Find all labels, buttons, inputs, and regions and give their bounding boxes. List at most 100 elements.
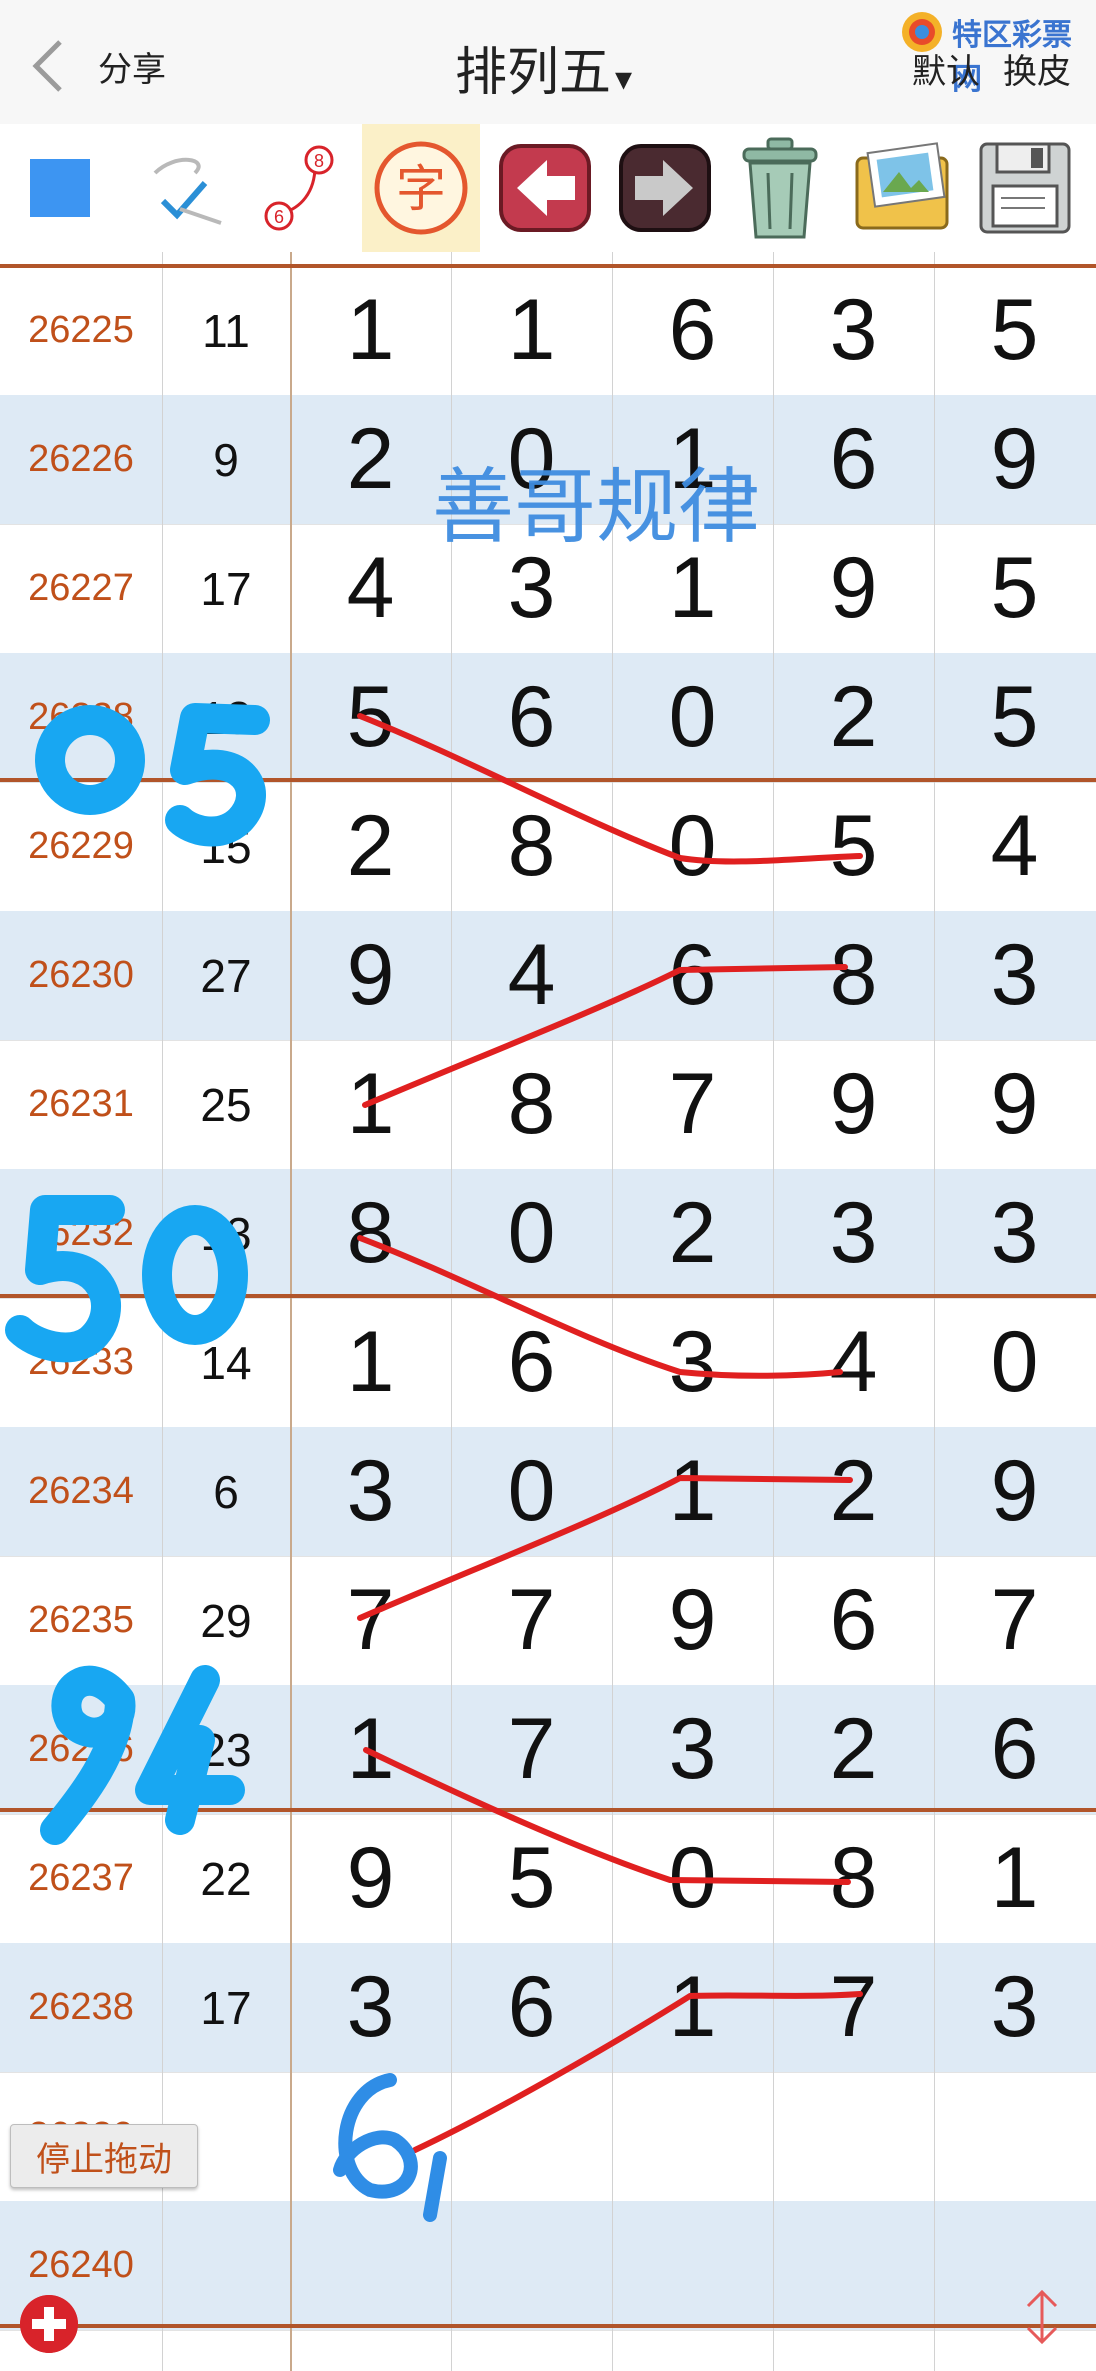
digit-cell[interactable] xyxy=(934,2072,1095,2201)
digit-cell[interactable]: 3 xyxy=(934,1169,1095,1298)
digit-cell[interactable] xyxy=(451,2201,612,2330)
digit-cell[interactable]: 2 xyxy=(773,1685,934,1814)
back-icon[interactable] xyxy=(30,38,66,94)
digit-cell[interactable] xyxy=(773,2201,934,2330)
color-picker-button[interactable] xyxy=(0,124,120,252)
digit-cell[interactable]: 3 xyxy=(934,911,1095,1040)
digit-cell[interactable]: 7 xyxy=(934,1556,1095,1685)
digit-cell[interactable]: 6 xyxy=(612,266,773,395)
digit-cell[interactable]: 3 xyxy=(290,1943,451,2072)
grid-line xyxy=(773,252,774,2371)
digit-cell[interactable] xyxy=(290,2201,451,2330)
digit-cell[interactable]: 4 xyxy=(451,911,612,1040)
digit-cell[interactable]: 6 xyxy=(451,1298,612,1427)
save-button[interactable] xyxy=(966,124,1084,252)
digit-cell[interactable]: 2 xyxy=(290,395,451,524)
digit-cell[interactable]: 8 xyxy=(451,1040,612,1169)
digit-cell[interactable]: 1 xyxy=(290,1040,451,1169)
skin-default-button[interactable]: 默认 xyxy=(912,44,980,93)
digit-sum: 13 xyxy=(200,1207,252,1260)
digit-cell[interactable] xyxy=(451,2072,612,2201)
digit-cell[interactable]: 0 xyxy=(451,1427,612,1556)
digit-cell[interactable]: 2 xyxy=(773,1427,934,1556)
char-mode-button[interactable]: 字 xyxy=(362,124,480,252)
digit-cell[interactable]: 8 xyxy=(773,1814,934,1943)
table-row: 26233 14 1 6 3 4 0 xyxy=(0,1298,1096,1428)
digit-cell[interactable]: 0 xyxy=(612,1814,773,1943)
app-header: 分享 排列五 ▾ 特区彩票网 默认 换皮 xyxy=(0,0,1096,125)
link-tool-button[interactable]: 6 8 xyxy=(250,124,350,252)
lottery-type-selector[interactable]: 排列五 ▾ xyxy=(455,30,632,105)
gallery-button[interactable] xyxy=(845,124,963,252)
digit-cell[interactable]: 2 xyxy=(773,653,934,782)
digit-cell[interactable]: 6 xyxy=(612,911,773,1040)
digit-cell[interactable]: 1 xyxy=(612,1943,773,2072)
digit-cell[interactable] xyxy=(290,2072,451,2201)
digit-cell[interactable]: 8 xyxy=(773,911,934,1040)
digit-cell[interactable]: 9 xyxy=(773,524,934,653)
digit-cell[interactable]: 3 xyxy=(773,266,934,395)
digit-cell[interactable]: 7 xyxy=(773,1943,934,2072)
digit-cell[interactable]: 9 xyxy=(934,1427,1095,1556)
digit-cell[interactable]: 2 xyxy=(612,1169,773,1298)
digit-cell[interactable]: 1 xyxy=(934,1814,1095,1943)
digit-cell[interactable]: 6 xyxy=(451,1943,612,2072)
digit-cell[interactable]: 5 xyxy=(934,653,1095,782)
add-icon[interactable] xyxy=(20,2295,78,2353)
digit-cell[interactable]: 1 xyxy=(451,266,612,395)
digit-cell[interactable]: 6 xyxy=(934,1685,1095,1814)
digit-cell[interactable]: 9 xyxy=(773,1040,934,1169)
digit-cell[interactable]: 6 xyxy=(773,1556,934,1685)
digit-cell[interactable]: 8 xyxy=(451,782,612,911)
digit-cell[interactable]: 1 xyxy=(290,1685,451,1814)
digit-cell[interactable]: 9 xyxy=(934,395,1095,524)
digit-sum: 17 xyxy=(200,562,252,615)
pen-tool-button[interactable] xyxy=(130,124,240,252)
digit-cell[interactable]: 9 xyxy=(290,911,451,1040)
digit-cell[interactable]: 4 xyxy=(290,524,451,653)
digit-cell[interactable]: 3 xyxy=(290,1427,451,1556)
digit-cell[interactable]: 5 xyxy=(934,266,1095,395)
digit-cell[interactable] xyxy=(612,2072,773,2201)
scroll-arrows-icon[interactable] xyxy=(1020,2284,1064,2350)
digit-cell[interactable]: 5 xyxy=(773,782,934,911)
digit-cell[interactable]: 9 xyxy=(290,1814,451,1943)
digit-cell[interactable]: 5 xyxy=(934,524,1095,653)
digit-cell[interactable]: 0 xyxy=(451,1169,612,1298)
clear-button[interactable] xyxy=(725,124,835,252)
digit-cell[interactable]: 1 xyxy=(612,1427,773,1556)
digit-cell[interactable]: 3 xyxy=(612,1685,773,1814)
digit-cell[interactable]: 9 xyxy=(934,1040,1095,1169)
digit-cell[interactable]: 4 xyxy=(934,782,1095,911)
digit-cell[interactable]: 1 xyxy=(290,1298,451,1427)
undo-button[interactable] xyxy=(490,124,600,252)
digit-cell[interactable]: 3 xyxy=(612,1298,773,1427)
digit-cell[interactable]: 7 xyxy=(451,1685,612,1814)
share-button[interactable]: 分享 xyxy=(98,42,166,91)
digit-cell[interactable]: 6 xyxy=(773,395,934,524)
color-swatch xyxy=(30,159,90,217)
redo-button[interactable] xyxy=(610,124,720,252)
stop-drag-button[interactable]: 停止拖动 xyxy=(10,2124,198,2188)
digit-cell[interactable]: 0 xyxy=(612,782,773,911)
digit-cell[interactable]: 3 xyxy=(934,1943,1095,2072)
digit-cell[interactable]: 7 xyxy=(451,1556,612,1685)
digit-cell[interactable]: 5 xyxy=(290,653,451,782)
digit-cell[interactable] xyxy=(773,2072,934,2201)
digit-cell[interactable]: 8 xyxy=(290,1169,451,1298)
digit-sum: 22 xyxy=(200,1852,252,1905)
digit-cell[interactable]: 6 xyxy=(451,653,612,782)
digit-cell[interactable]: 7 xyxy=(290,1556,451,1685)
digit-cell[interactable]: 1 xyxy=(290,266,451,395)
digit-cell[interactable]: 3 xyxy=(773,1169,934,1298)
digit-cell[interactable]: 0 xyxy=(612,653,773,782)
digit-cell[interactable]: 7 xyxy=(612,1040,773,1169)
digit-cell[interactable]: 5 xyxy=(451,1814,612,1943)
digit-cell[interactable]: 2 xyxy=(290,782,451,911)
digit-cell[interactable]: 4 xyxy=(773,1298,934,1427)
digit-cell[interactable]: 0 xyxy=(934,1298,1095,1427)
digit-cell[interactable] xyxy=(612,2201,773,2330)
digit-cell[interactable] xyxy=(934,2201,1095,2330)
skin-change-button[interactable]: 换皮 xyxy=(1003,44,1071,93)
digit-cell[interactable]: 9 xyxy=(612,1556,773,1685)
